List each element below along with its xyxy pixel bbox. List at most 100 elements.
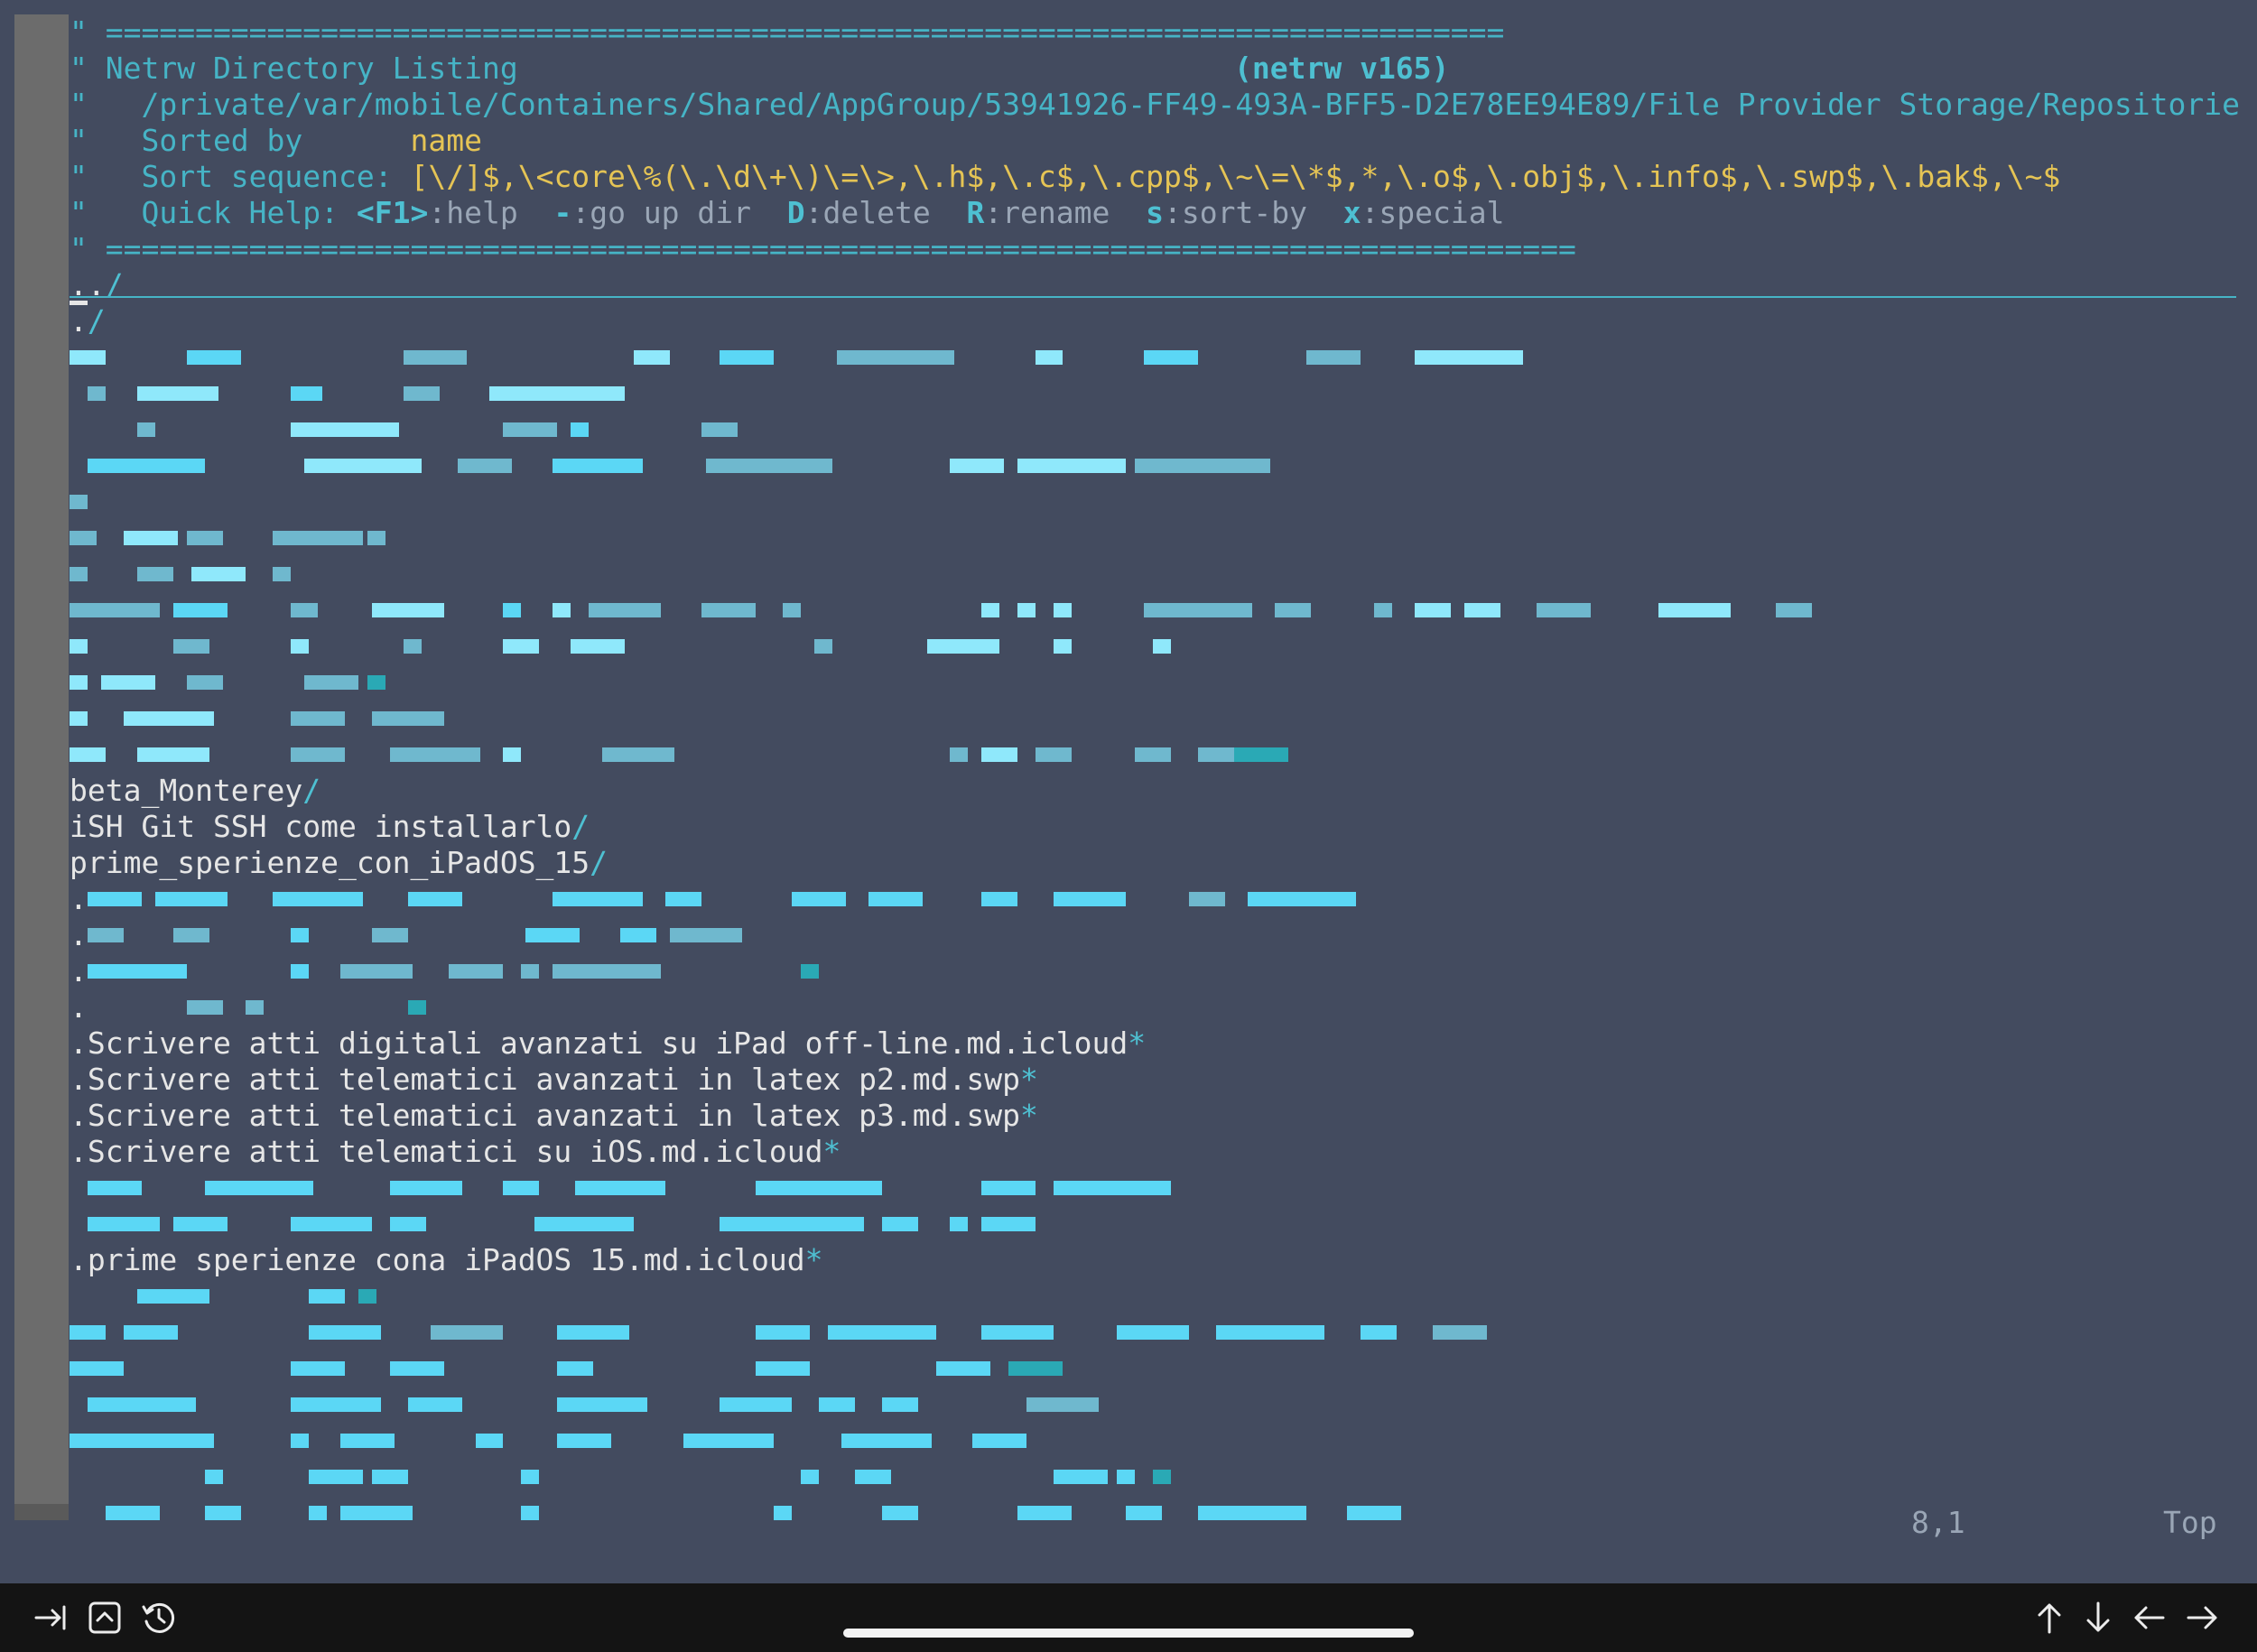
dot-prefix: .	[70, 953, 88, 988]
path-text: " /private/var/mobile/Containers/Shared/…	[70, 87, 2240, 122]
exec-marker: *	[1020, 1062, 1038, 1097]
up-dir-desc: :go up dir	[571, 195, 787, 230]
file-name: .prime sperienze cona iPadOS 15.md.iclou…	[70, 1242, 805, 1277]
cursor-line-underline	[70, 296, 2236, 298]
sort-by-key: s	[1146, 195, 1164, 230]
file-name: .Scrivere atti telematici avanzati in la…	[70, 1062, 1020, 1097]
header-path: " /private/var/mobile/Containers/Shared/…	[70, 87, 2257, 123]
pixelated-entry[interactable]	[70, 1459, 2257, 1495]
entry-dir-ish-git-ssh[interactable]: iSH Git SSH come installarlo/	[70, 809, 2257, 845]
tab-icon[interactable]	[31, 1598, 70, 1638]
netrw-version: (netrw v165)	[1234, 51, 1450, 86]
delete-key: D	[786, 195, 805, 230]
sort-sequence-value: [\/]$,\<core\%(\.\d\+\)\=\>,\.h$,\.c$,\.…	[410, 159, 2061, 194]
entry-file-atti-telematici-ios[interactable]: .Scrivere atti telematici su iOS.md.iclo…	[70, 1134, 2257, 1170]
sort-sequence-label: " Sort sequence:	[70, 159, 411, 194]
dir-name: iSH Git SSH come installarlo	[70, 809, 572, 844]
pixelated-entry[interactable]	[70, 628, 2257, 664]
header-separator-bottom: " ======================================…	[70, 231, 2257, 267]
netrw-buffer[interactable]: " ======================================…	[70, 14, 2257, 1531]
delete-desc: :delete	[804, 195, 967, 230]
arrow-right-icon[interactable]	[2183, 1598, 2223, 1638]
gutter-end	[14, 1504, 69, 1520]
pixelated-entry[interactable]	[70, 339, 2257, 376]
pixelated-entry[interactable]	[70, 1170, 2257, 1206]
arrow-down-icon[interactable]	[2078, 1598, 2118, 1638]
history-icon[interactable]	[139, 1598, 179, 1638]
up-dir-key: -	[553, 195, 572, 230]
exec-marker: *	[804, 1242, 823, 1277]
scroll-indicator: Top	[2163, 1505, 2217, 1540]
separator-text: " ======================================…	[70, 231, 1576, 266]
file-name: .Scrivere atti digitali avanzati su iPad…	[70, 1026, 1128, 1061]
dir-slash: /	[571, 809, 590, 844]
entry-file-atti-digitali[interactable]: .Scrivere atti digitali avanzati su iPad…	[70, 1026, 2257, 1062]
pixelated-entry[interactable]	[70, 556, 2257, 592]
control-key-icon[interactable]	[85, 1598, 125, 1638]
dir-slash: /	[87, 303, 106, 339]
keyboard-toolbar	[0, 1583, 2257, 1652]
pixelated-entry[interactable]: .	[70, 953, 2257, 989]
home-indicator[interactable]	[843, 1629, 1414, 1638]
help-key: <F1>	[356, 195, 429, 230]
title-text: " Netrw Directory Listing	[70, 51, 518, 86]
exec-marker: *	[822, 1134, 841, 1169]
rename-desc: :rename	[984, 195, 1147, 230]
dot-prefix: .	[70, 989, 88, 1025]
file-name: .Scrivere atti telematici su iOS.md.iclo…	[70, 1134, 823, 1169]
pixelated-entry[interactable]	[70, 484, 2257, 520]
pixelated-entry[interactable]	[70, 376, 2257, 412]
header-quick-help: " Quick Help: <F1>:help -:go up dir D:de…	[70, 195, 2257, 231]
sorted-by-value: name	[410, 123, 482, 158]
entry-file-prime-sperienze[interactable]: .prime sperienze cona iPadOS 15.md.iclou…	[70, 1242, 2257, 1278]
pixelated-entry[interactable]	[70, 1314, 2257, 1350]
entry-file-atti-telematici-p3[interactable]: .Scrivere atti telematici avanzati in la…	[70, 1098, 2257, 1134]
entry-current-dir[interactable]: ./	[70, 303, 2257, 339]
entry-dir-beta-monterey[interactable]: beta_Monterey/	[70, 773, 2257, 809]
entry-dir-prime-sperienze[interactable]: prime_sperienze_con_iPadOS_15/	[70, 845, 2257, 881]
current-dir-dot: .	[70, 303, 88, 339]
header-sorted-by: " Sorted by name	[70, 123, 2257, 159]
pixelated-entry[interactable]	[70, 701, 2257, 737]
header-title: " Netrw Directory Listing (netrw v165)	[70, 51, 2257, 87]
header-separator: " ======================================…	[70, 14, 2257, 51]
dot-prefix: .	[70, 917, 88, 952]
dir-slash: /	[590, 845, 608, 880]
cursor	[70, 301, 88, 305]
exec-marker: *	[1020, 1098, 1038, 1133]
arrow-left-icon[interactable]	[2129, 1598, 2169, 1638]
special-desc: :special	[1361, 195, 1505, 230]
arrow-up-icon[interactable]	[2029, 1598, 2069, 1638]
entry-parent-dir[interactable]: ../	[70, 267, 2257, 303]
pixelated-entry[interactable]	[70, 412, 2257, 448]
quick-help-label: " Quick Help:	[70, 195, 357, 230]
pixelated-entry[interactable]	[70, 592, 2257, 628]
dir-name: prime_sperienze_con_iPadOS_15	[70, 845, 590, 880]
cursor-position: 8,1	[1911, 1505, 1965, 1540]
file-name: .Scrivere atti telematici avanzati in la…	[70, 1098, 1020, 1133]
exec-marker: *	[1128, 1026, 1147, 1061]
pixelated-entry[interactable]	[70, 448, 2257, 484]
header-sort-sequence: " Sort sequence: [\/]$,\<core\%(\.\d\+\)…	[70, 159, 2257, 195]
dir-slash: /	[302, 773, 321, 808]
dot-prefix: .	[70, 881, 88, 916]
pixelated-entry[interactable]	[70, 664, 2257, 701]
pixelated-entry[interactable]	[70, 737, 2257, 773]
pixelated-entry[interactable]	[70, 1423, 2257, 1459]
pixelated-entry[interactable]	[70, 1278, 2257, 1314]
pixelated-entry[interactable]	[70, 1387, 2257, 1423]
pixelated-entry[interactable]	[70, 1206, 2257, 1242]
pixelated-entry[interactable]	[70, 520, 2257, 556]
pixelated-entry[interactable]: .	[70, 917, 2257, 953]
sort-by-desc: :sort-by	[1164, 195, 1343, 230]
pixelated-entry[interactable]: .	[70, 989, 2257, 1026]
sign-column-gutter	[14, 14, 69, 1504]
rename-key: R	[966, 195, 985, 230]
entry-file-atti-telematici-p2[interactable]: .Scrivere atti telematici avanzati in la…	[70, 1062, 2257, 1098]
help-desc: :help	[428, 195, 554, 230]
pixelated-entry[interactable]: .	[70, 881, 2257, 917]
separator-text: " ======================================…	[70, 14, 1505, 50]
pixelated-entry[interactable]	[70, 1350, 2257, 1387]
dir-name: beta_Monterey	[70, 773, 303, 808]
sorted-by-label: " Sorted by	[70, 123, 411, 158]
